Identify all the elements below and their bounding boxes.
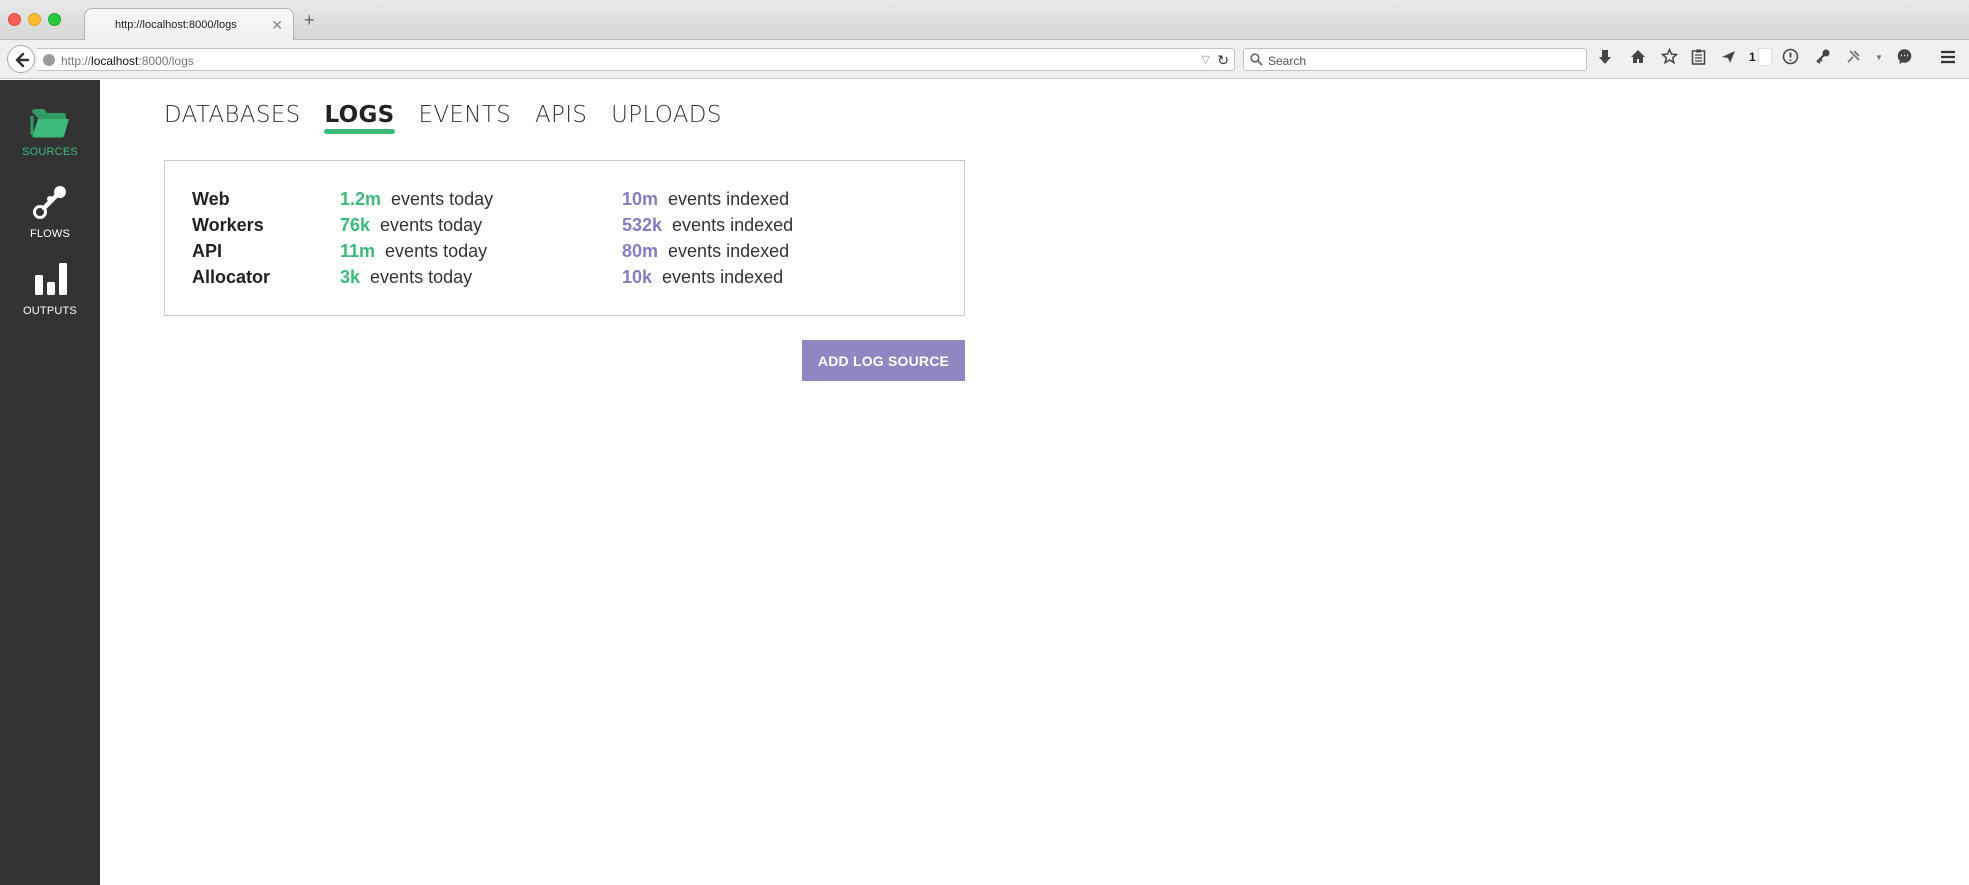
new-tab-button[interactable]: + — [304, 11, 315, 29]
folder-icon — [30, 109, 69, 138]
events-today-label: events today — [380, 215, 483, 235]
send-icon[interactable] — [1721, 50, 1736, 64]
plugin-dropdown-icon[interactable]: ▼ — [1875, 50, 1883, 66]
log-source-name: Workers — [192, 215, 264, 235]
events-today-label: events today — [385, 241, 488, 261]
events-indexed-value: 80m — [622, 241, 659, 261]
log-source-row[interactable]: Allocator 3k events today 10k events index… — [192, 267, 952, 293]
tab-databases[interactable]: DATABASES — [164, 102, 300, 134]
sidebar-item-label: SOURCES — [22, 146, 78, 158]
sidebar-item-outputs[interactable]: OUTPUTS — [0, 261, 100, 317]
search-icon — [1250, 53, 1263, 66]
log-source-name: API — [192, 241, 223, 261]
browser-nav-bar: http://localhost:8000/logs ▽ ↻ Search 1 … — [0, 40, 1969, 79]
home-icon[interactable] — [1630, 49, 1646, 64]
events-indexed-label: events indexed — [662, 267, 784, 287]
main-content: DATABASES LOGS EVENTS APIS UPLOADS Web 1… — [100, 80, 1969, 885]
browser-tab-bar: http://localhost:8000/logs ✕ + — [0, 0, 1969, 41]
sidebar: SOURCES FLOWS OUTPUTS — [0, 80, 100, 885]
events-today-value: 1.2m — [340, 189, 382, 209]
search-input[interactable]: Search — [1268, 54, 1306, 68]
log-source-row[interactable]: API 11m events today 80m events indexed — [192, 241, 952, 267]
events-indexed-label: events indexed — [668, 241, 790, 261]
events-today-value: 76k — [340, 215, 371, 235]
tab-logs[interactable]: LOGS — [324, 102, 395, 134]
back-arrow-icon — [15, 52, 30, 68]
events-today: 1.2m events today — [340, 189, 493, 210]
events-today: 3k events today — [340, 267, 472, 288]
events-indexed-value: 532k — [622, 215, 663, 235]
chat-icon[interactable] — [1896, 48, 1913, 65]
events-today: 76k events today — [340, 215, 482, 236]
log-source-row[interactable]: Workers 76k events today 532k events index… — [192, 215, 952, 241]
events-indexed: 532k events indexed — [622, 215, 793, 236]
tab-events[interactable]: EVENTS — [419, 102, 511, 134]
back-button[interactable] — [7, 45, 35, 73]
tab-uploads[interactable]: UPLOADS — [611, 102, 722, 134]
events-indexed-value: 10k — [622, 267, 653, 287]
sidebar-item-label: OUTPUTS — [23, 305, 77, 317]
events-indexed-value: 10m — [622, 189, 659, 209]
window-maximize-button[interactable] — [48, 13, 61, 26]
sidebar-item-sources[interactable]: SOURCES — [0, 108, 100, 158]
bookmark-star-icon[interactable] — [1661, 48, 1678, 65]
url-text[interactable]: http://localhost:8000/logs — [61, 54, 194, 68]
add-log-source-button[interactable]: ADD LOG SOURCE — [802, 340, 965, 381]
browser-tab[interactable]: http://localhost:8000/logs ✕ — [84, 8, 294, 41]
info-icon[interactable] — [1782, 48, 1799, 65]
source-tabs: DATABASES LOGS EVENTS APIS UPLOADS — [164, 102, 722, 134]
log-source-name: Allocator — [192, 267, 271, 287]
log-source-row[interactable]: Web 1.2m events today 10m events indexed — [192, 189, 952, 215]
log-source-name: Web — [192, 189, 230, 209]
events-indexed: 10k events indexed — [622, 267, 783, 288]
plugin-icon[interactable] — [1846, 49, 1861, 64]
url-bar[interactable]: http://localhost:8000/logs ▽ ↻ — [37, 48, 1235, 71]
sidebar-item-label: FLOWS — [29, 228, 71, 240]
search-bar[interactable]: Search — [1243, 48, 1587, 71]
sidebar-item-flows[interactable]: FLOWS — [0, 184, 100, 240]
tab-close-icon[interactable]: ✕ — [271, 17, 283, 34]
window-minimize-button[interactable] — [28, 13, 41, 26]
url-history-dropdown-icon[interactable]: ▽ — [1202, 53, 1210, 66]
extension-badge[interactable]: 1 — [1749, 49, 1756, 65]
events-indexed: 10m events indexed — [622, 189, 789, 210]
reading-list-icon[interactable] — [1691, 49, 1706, 65]
events-indexed-label: events indexed — [668, 189, 790, 209]
flow-icon — [33, 186, 66, 219]
browser-tab-title: http://localhost:8000/logs — [115, 19, 237, 31]
bar-chart-icon — [35, 263, 67, 295]
events-indexed-label: events indexed — [672, 215, 794, 235]
reload-icon[interactable]: ↻ — [1217, 52, 1229, 69]
download-icon[interactable] — [1598, 49, 1612, 65]
events-indexed: 80m events indexed — [622, 241, 789, 262]
window-close-button[interactable] — [8, 13, 21, 26]
events-today-value: 11m — [340, 241, 376, 261]
events-today-label: events today — [370, 267, 473, 287]
extension-icon[interactable] — [1758, 48, 1772, 66]
log-sources-panel: Web 1.2m events today 10m events indexed W… — [164, 160, 965, 316]
events-today-value: 3k — [340, 267, 361, 287]
events-today-label: events today — [391, 189, 494, 209]
key-icon[interactable] — [1815, 48, 1831, 65]
events-today: 11m events today — [340, 241, 487, 262]
site-identity-icon[interactable] — [43, 54, 55, 66]
menu-icon[interactable] — [1940, 50, 1956, 64]
tab-apis[interactable]: APIS — [535, 102, 587, 134]
